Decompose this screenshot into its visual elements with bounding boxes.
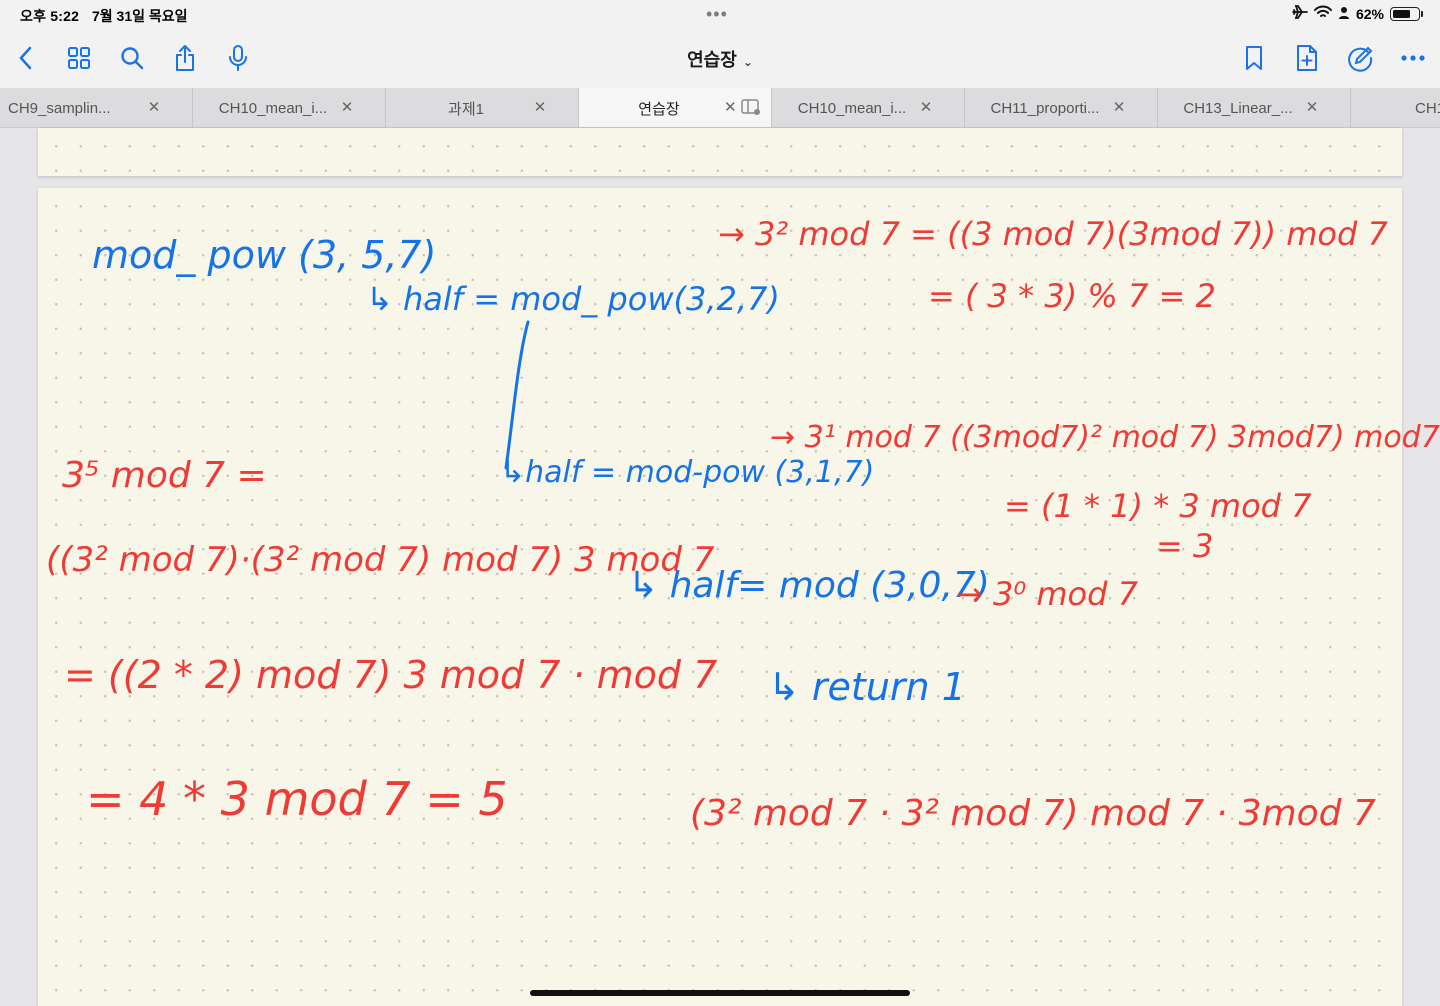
tab-label: CH10_mean_i... <box>797 99 907 117</box>
tab-label: 연습장 <box>638 100 680 118</box>
tab-label: CH11_proporti... <box>990 99 1100 117</box>
share-icon[interactable] <box>169 42 201 74</box>
tab-ch13-linear-2[interactable]: CH13_Linea <box>1351 88 1440 127</box>
battery-icon <box>1390 6 1423 21</box>
home-indicator[interactable] <box>530 990 910 996</box>
note-line: = ((2 * 2) mod 7) 3 mod 7 · mod 7 <box>64 653 718 697</box>
status-bar: 오후 5:22 7월 31일 목요일 ••• 62% <box>0 0 1440 30</box>
note-line: → 3¹ mod 7 ((3mod7)² mod 7) 3mod7) mod7 <box>770 420 1440 455</box>
connector-line <box>504 320 530 470</box>
status-time: 오후 5:22 <box>20 8 80 24</box>
tab-label: CH10_mean_i... <box>218 99 328 117</box>
bookmark-icon[interactable] <box>1238 42 1270 74</box>
tab-label: CH13_Linear_... <box>1183 99 1293 117</box>
note-line: = (1 * 1) * 3 mod 7 <box>1004 487 1312 525</box>
note-line: = ( 3 * 3) % 7 = 2 <box>928 277 1216 315</box>
add-page-icon[interactable] <box>1291 42 1323 74</box>
close-icon[interactable]: ✕ <box>339 98 355 116</box>
wifi-icon <box>1313 5 1332 22</box>
note-line: = 3 <box>1156 527 1214 565</box>
grid-icon[interactable] <box>63 42 95 74</box>
previous-page[interactable] <box>38 128 1402 176</box>
pencil-circle-icon[interactable] <box>1344 42 1376 74</box>
tab-ch9-sampling[interactable]: CH9_samplin... ✕ <box>0 88 193 127</box>
note-canvas[interactable]: mod_ pow (3, 5,7) ↳ half = mod_ pow(3,2,… <box>0 128 1440 1006</box>
note-line: = 4 * 3 mod 7 = 5 <box>86 772 508 826</box>
note-line: mod_ pow (3, 5,7) <box>92 233 437 277</box>
close-icon[interactable]: ✕ <box>1304 98 1320 116</box>
tab-assignment-1[interactable]: 과제1 ✕ <box>386 88 579 127</box>
chevron-down-icon[interactable]: ⌄ <box>743 55 753 69</box>
note-line: ↳ return 1 <box>768 665 966 709</box>
airplane-icon <box>1292 5 1308 22</box>
status-right: 62% <box>1292 5 1423 22</box>
tab-label: CH13_Linea <box>1415 99 1440 117</box>
tab-ch10-mean-2[interactable]: CH10_mean_i... ✕ <box>772 88 965 127</box>
note-line: → 3² mod 7 = ((3 mod 7)(3mod 7)) mod 7 <box>718 215 1388 253</box>
close-icon[interactable]: ✕ <box>724 98 737 116</box>
document-title[interactable]: 연습장 <box>687 50 737 70</box>
person-icon <box>1338 6 1350 22</box>
document-title-menu: 연습장 ⌄ <box>0 46 1440 72</box>
note-line: (3² mod 7 · 3² mod 7) mod 7 · 3mod 7 <box>690 793 1376 834</box>
close-icon[interactable]: ✕ <box>918 98 934 116</box>
note-line: → 3⁰ mod 7 <box>956 575 1138 613</box>
multitasking-dots-icon[interactable]: ••• <box>706 4 728 25</box>
close-icon[interactable]: ✕ <box>146 98 162 116</box>
close-icon[interactable]: ✕ <box>1111 98 1127 116</box>
tab-label: 과제1 <box>448 100 484 118</box>
note-line: ↳half = mod-pow (3,1,7) <box>500 455 875 490</box>
toolbar: 연습장 ⌄ <box>0 30 1440 88</box>
back-chevron-icon[interactable] <box>10 42 42 74</box>
microphone-icon[interactable] <box>222 42 254 74</box>
tab-label: CH9_samplin... <box>8 99 111 117</box>
note-line: 3⁵ mod 7 = <box>62 455 267 496</box>
tab-bar: CH9_samplin... ✕ CH10_mean_i... ✕ 과제1 ✕ … <box>0 88 1440 128</box>
tab-practice-active[interactable]: 연습장 <box>579 88 772 127</box>
current-page[interactable]: mod_ pow (3, 5,7) ↳ half = mod_ pow(3,2,… <box>38 188 1440 1006</box>
note-line: ((3² mod 7)·(3² mod 7) mod 7) 3 mod 7 <box>46 540 715 580</box>
tab-ch13-linear-1[interactable]: CH13_Linear_... ✕ <box>1158 88 1351 127</box>
more-icon[interactable] <box>1397 42 1429 74</box>
tab-ch10-mean-1[interactable]: CH10_mean_i... ✕ <box>193 88 386 127</box>
close-icon[interactable]: ✕ <box>532 98 548 116</box>
battery-percent: 62% <box>1355 5 1384 22</box>
tab-ch11-proportion[interactable]: CH11_proporti... ✕ <box>965 88 1158 127</box>
note-line: ↳ half = mod_ pow(3,2,7) <box>366 280 780 318</box>
status-date: 7월 31일 목요일 <box>92 8 188 24</box>
search-icon[interactable] <box>116 42 148 74</box>
split-view-icon[interactable] <box>741 99 761 120</box>
